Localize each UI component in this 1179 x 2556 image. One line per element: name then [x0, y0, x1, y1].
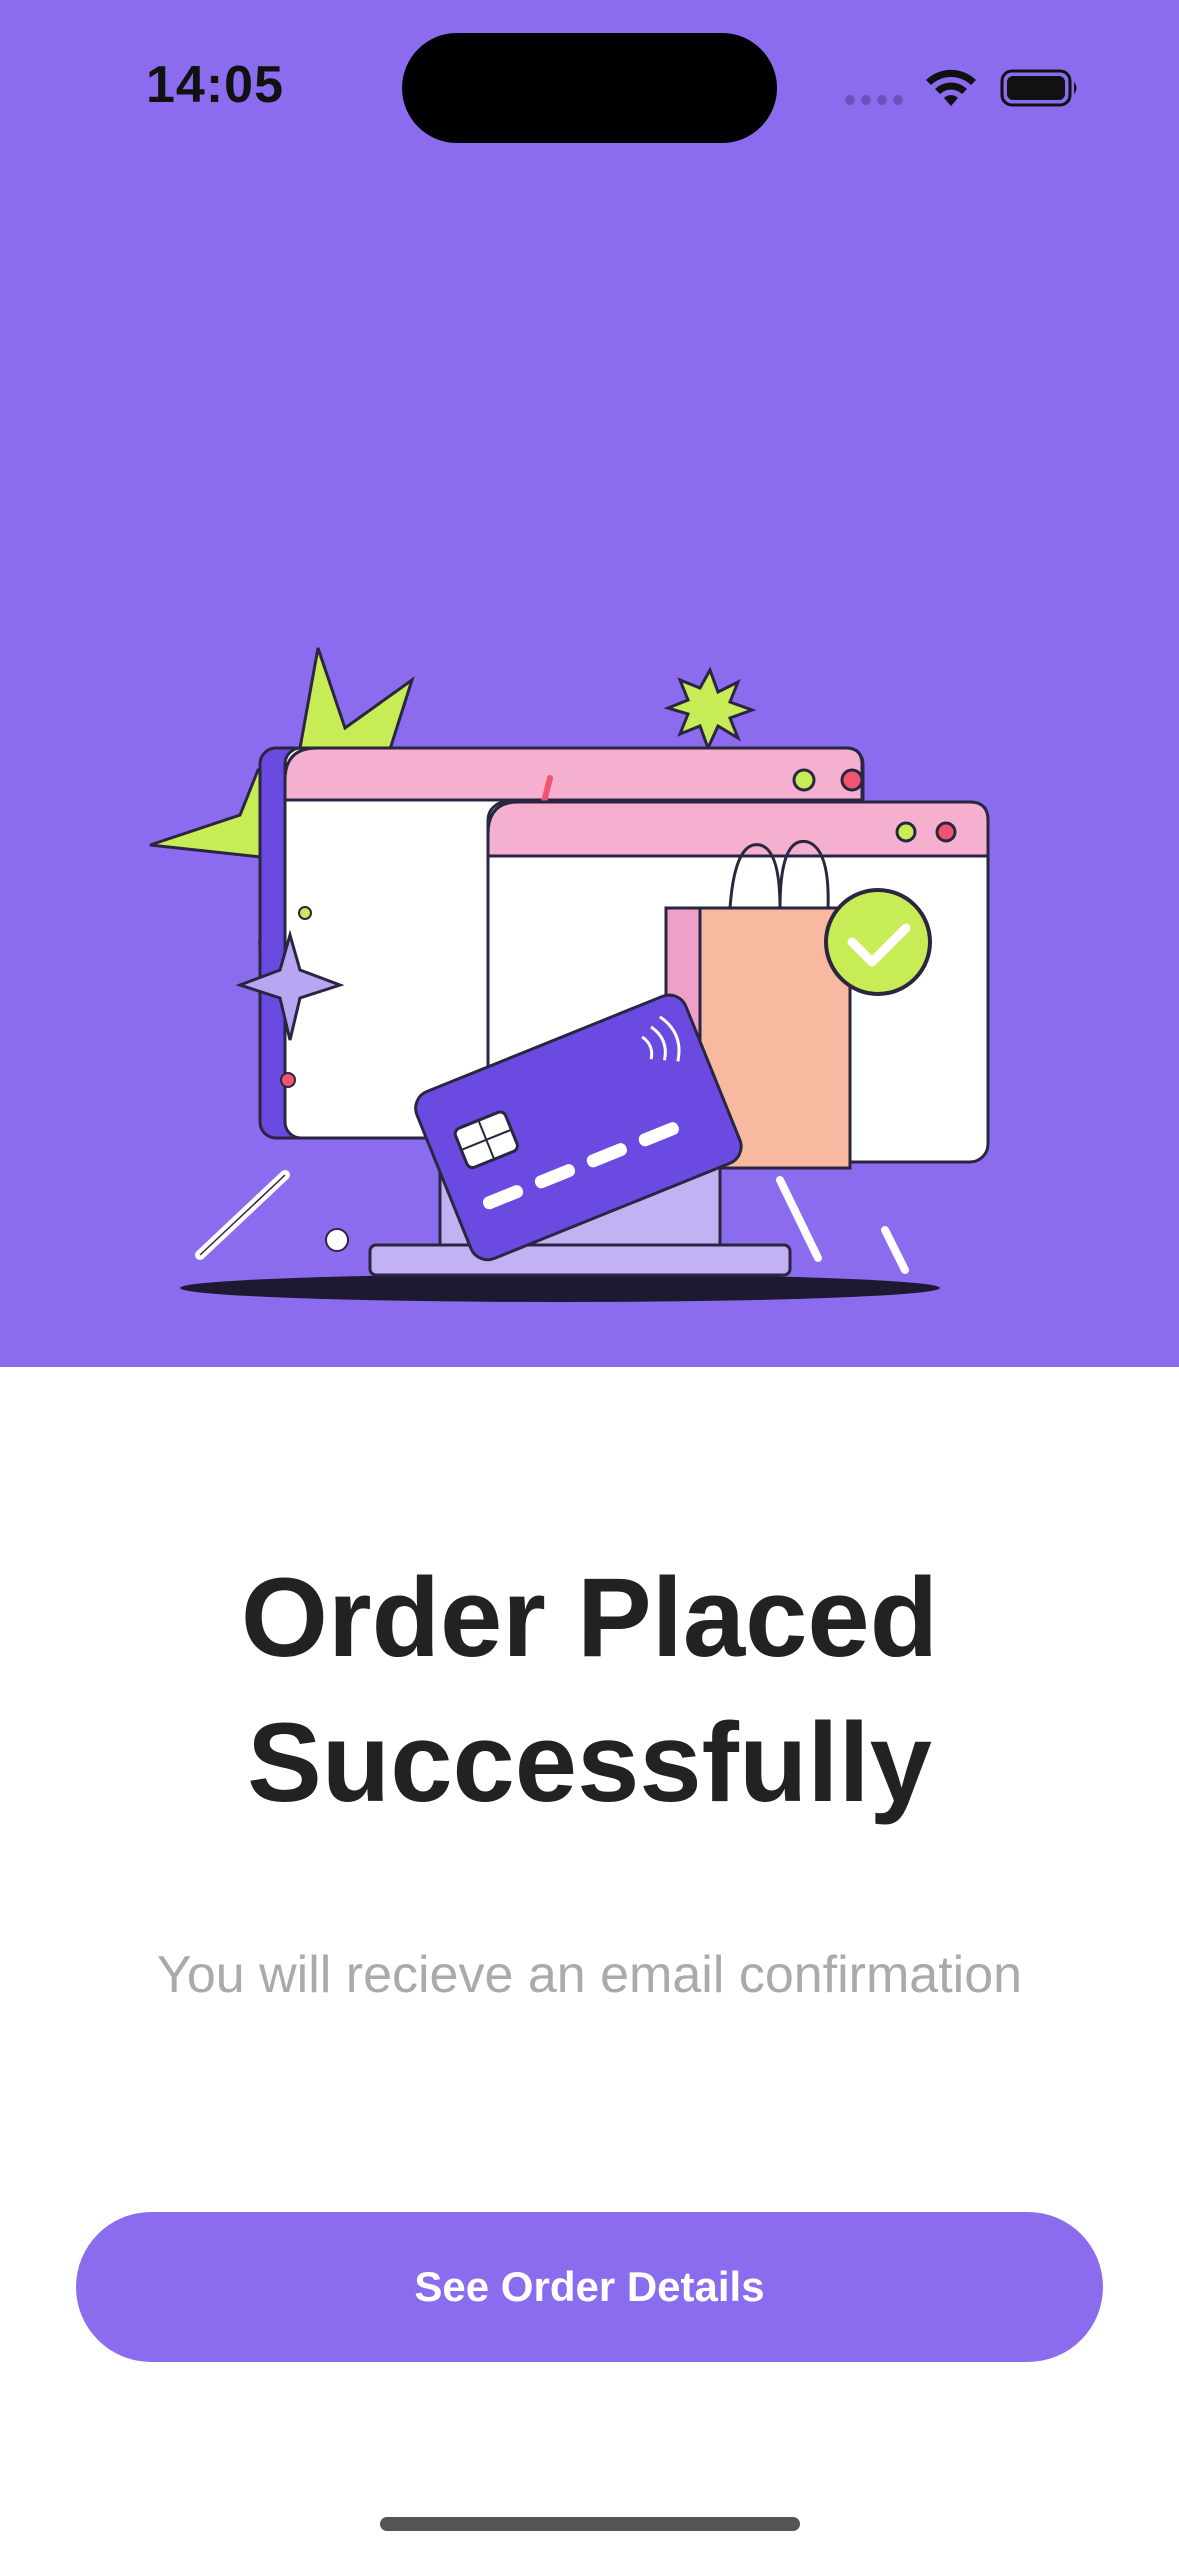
- order-success-illustration: [149, 647, 990, 1302]
- dynamic-island: [402, 33, 777, 143]
- home-indicator[interactable]: [380, 2517, 800, 2531]
- confirmation-message: You will recieve an email confirmation: [156, 1946, 1023, 2004]
- battery-icon: [1000, 69, 1077, 107]
- hero-banner: 14:05: [0, 0, 1179, 1367]
- see-order-details-button[interactable]: See Order Details: [76, 2212, 1103, 2362]
- status-bar: 14:05: [0, 0, 1179, 170]
- signal-icon: [845, 95, 905, 105]
- page-title: Order Placed Successfully: [240, 1555, 939, 1825]
- wifi-icon: [926, 69, 976, 106]
- status-time: 14:05: [146, 56, 284, 114]
